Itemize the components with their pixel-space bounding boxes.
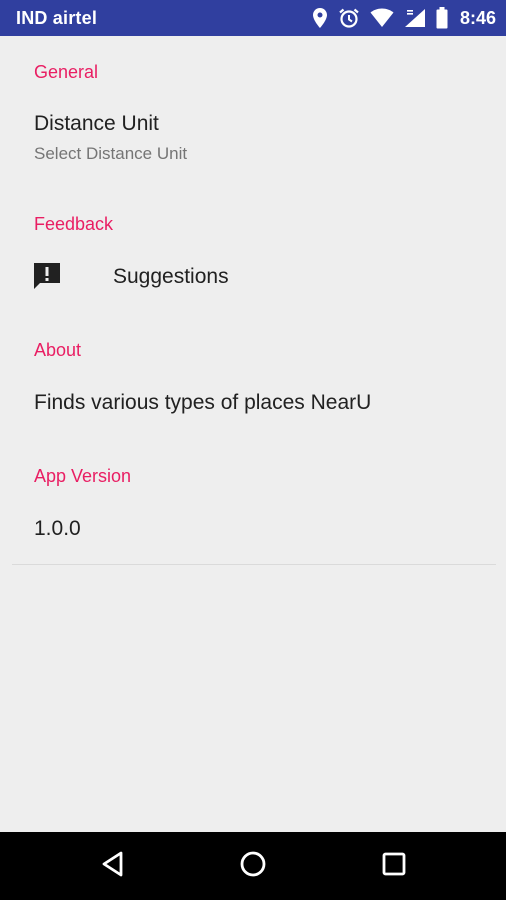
back-icon xyxy=(101,851,125,882)
location-icon xyxy=(312,7,328,29)
distance-unit-preference[interactable]: Distance Unit Select Distance Unit xyxy=(0,96,506,176)
app-version-value: 1.0.0 xyxy=(34,517,81,540)
section-header-feedback: Feedback xyxy=(34,214,114,234)
alarm-icon xyxy=(338,7,360,29)
distance-unit-title: Distance Unit xyxy=(34,112,159,135)
home-button[interactable] xyxy=(233,846,273,886)
clock: 8:46 xyxy=(459,7,496,28)
home-icon xyxy=(239,850,267,883)
recents-button[interactable] xyxy=(374,846,414,886)
back-button[interactable] xyxy=(93,846,133,886)
navigation-bar xyxy=(0,832,506,900)
suggestions-label: Suggestions xyxy=(113,265,229,288)
section-header-app-version: App Version xyxy=(34,466,132,486)
status-bar: IND airtel 8:46 xyxy=(0,0,506,36)
wifi-icon xyxy=(370,8,394,28)
list-divider xyxy=(12,564,496,565)
feedback-icon xyxy=(32,261,62,291)
recents-icon xyxy=(382,852,406,881)
section-header-general: General xyxy=(34,62,99,82)
about-description: Finds various types of places NearU xyxy=(34,391,372,414)
carrier-name: IND airtel xyxy=(16,8,98,28)
suggestions-preference[interactable]: Suggestions xyxy=(0,248,506,306)
settings-list: General Distance Unit Select Distance Un… xyxy=(0,36,506,832)
cell-signal-icon xyxy=(404,8,426,28)
battery-icon xyxy=(436,7,448,29)
section-header-about: About xyxy=(34,340,82,360)
distance-unit-summary: Select Distance Unit xyxy=(34,144,188,163)
status-icons: 8:46 xyxy=(302,6,496,30)
